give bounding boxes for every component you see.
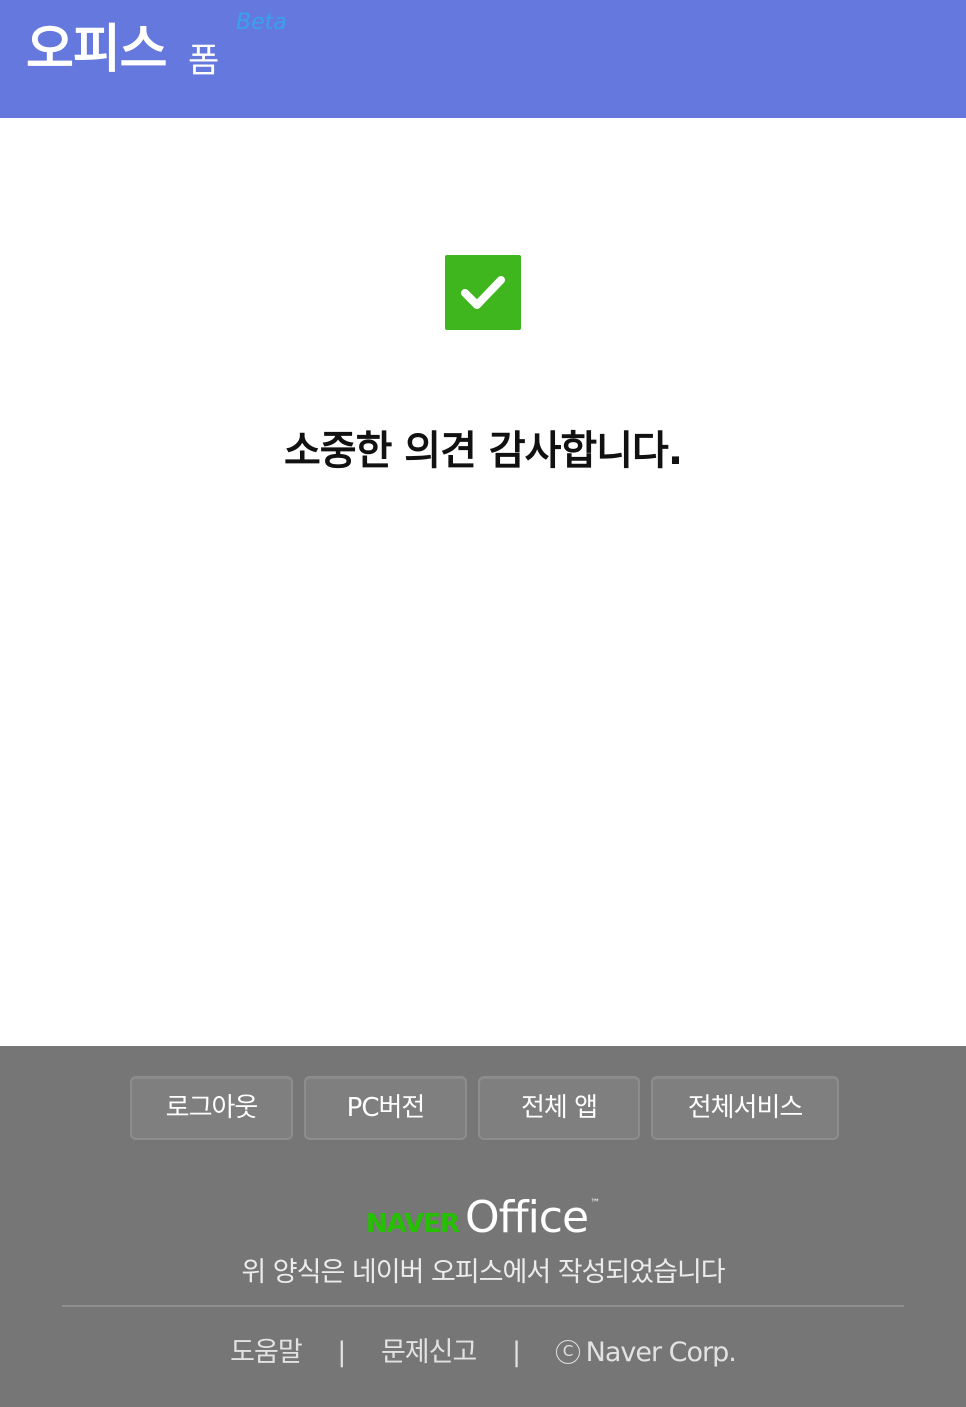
copyright-text: Naver Corp. bbox=[585, 1337, 737, 1368]
main-content: 소중한 의견 감사합니다. bbox=[0, 118, 966, 1046]
footer-description: 위 양식은 네이버 오피스에서 작성되었습니다 bbox=[241, 1257, 725, 1288]
office-logo-text: Office bbox=[464, 1192, 589, 1243]
footer: 로그아웃 PC버전 전체 앱 전체서비스 NAVER Office ™ 위 양식은 … bbox=[0, 1046, 966, 1407]
checkmark-icon-svg bbox=[461, 276, 505, 309]
checkmark-icon bbox=[445, 255, 521, 330]
thanks-message: 소중한 의견 감사합니다. bbox=[283, 428, 683, 474]
link-separator: | bbox=[337, 1337, 346, 1368]
trademark-mark: ™ bbox=[590, 1198, 601, 1209]
report-link[interactable]: 문제신고 bbox=[381, 1330, 477, 1369]
help-link[interactable]: 도움말 bbox=[230, 1330, 303, 1369]
copyright-icon: C bbox=[555, 1339, 580, 1364]
brand-subtitle: 폼 bbox=[188, 41, 220, 81]
brand-title[interactable]: 오피스 bbox=[26, 24, 168, 76]
all-apps-button[interactable]: 전체 앱 bbox=[478, 1076, 640, 1140]
header: 오피스 폼 Beta bbox=[0, 0, 966, 118]
pc-version-button[interactable]: PC버전 bbox=[304, 1076, 467, 1140]
beta-badge: Beta bbox=[236, 10, 287, 35]
all-services-button[interactable]: 전체서비스 bbox=[651, 1076, 839, 1140]
page: 오피스 폼 Beta 소중한 의견 감사합니다. 로그아웃 PC버전 전체 앱 … bbox=[0, 0, 966, 1407]
link-separator: | bbox=[511, 1337, 521, 1368]
footer-divider bbox=[62, 1305, 904, 1307]
footer-links: 도움말 | 문제신고 | C Naver Corp. bbox=[0, 1330, 966, 1369]
naver-logo-text: NAVER bbox=[365, 1209, 460, 1239]
naver-office-logo[interactable]: NAVER Office ™ bbox=[0, 1192, 966, 1243]
logout-button[interactable]: 로그아웃 bbox=[130, 1076, 293, 1140]
copyright[interactable]: C Naver Corp. bbox=[555, 1337, 737, 1368]
